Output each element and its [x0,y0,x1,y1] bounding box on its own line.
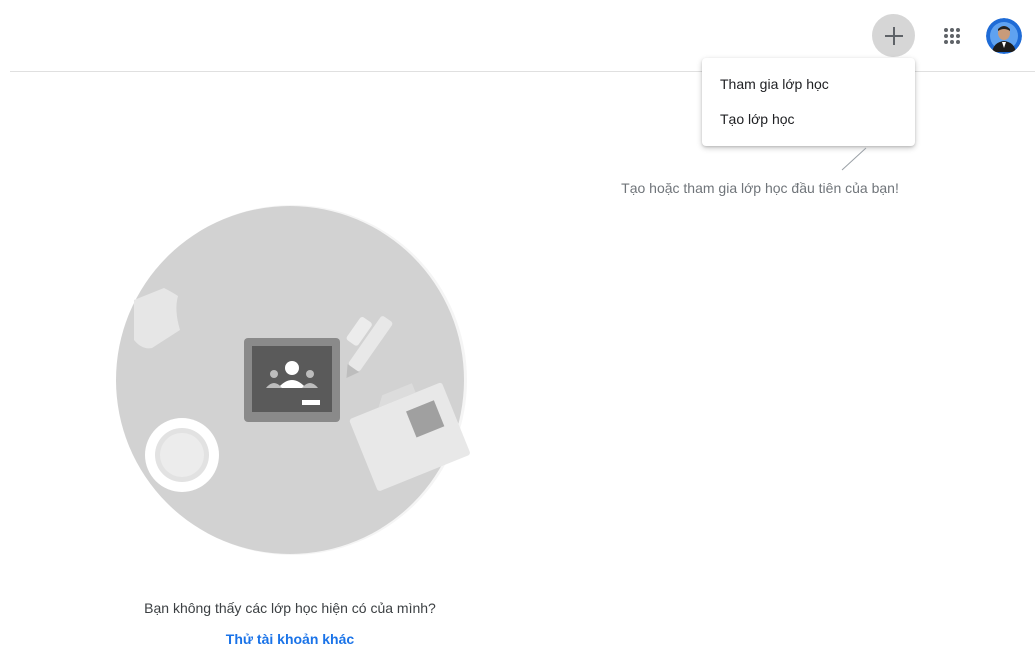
user-avatar-icon [986,18,1022,54]
empty-classroom-illustration [116,205,470,555]
classroom-logo-icon [244,338,340,422]
create-join-menu: Tham gia lớp học Tạo lớp học [702,58,915,146]
menu-item-join-class[interactable]: Tham gia lớp học [702,67,915,101]
first-class-hint: Tạo hoặc tham gia lớp học đầu tiên của b… [621,180,899,196]
account-avatar[interactable] [986,18,1022,54]
hint-pointer-line [841,147,867,171]
create-join-button[interactable] [872,14,915,57]
apps-grid-icon [944,28,960,44]
classroom-page: Tham gia lớp học Tạo lớp học Tạo hoặc th… [0,0,1035,647]
google-apps-button[interactable] [936,20,968,52]
menu-item-create-class[interactable]: Tạo lớp học [702,102,915,136]
plus-icon [884,26,903,45]
coffee-cup-icon [145,418,219,492]
try-another-account-link[interactable]: Thử tài khoản khác [90,631,490,647]
no-existing-classes-text: Bạn không thấy các lớp học hiện có của m… [144,600,436,616]
